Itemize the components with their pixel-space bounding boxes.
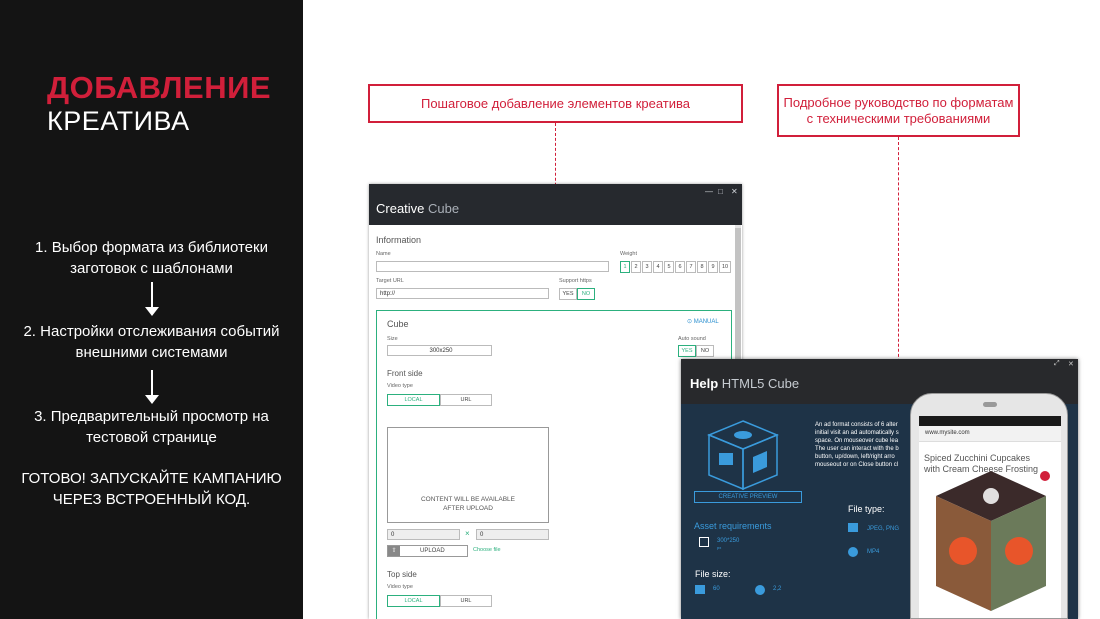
status-bar — [919, 416, 1061, 426]
content-preview: CONTENT WILL BE AVAILABLE AFTER UPLOAD — [387, 427, 549, 523]
cube-ad[interactable] — [931, 466, 1051, 616]
weight-selector[interactable]: 1 2 3 4 5 6 7 8 9 10 — [620, 261, 732, 273]
phone-mockup: www.mysite.com Spiced Zucchini Cupcakes … — [910, 393, 1068, 619]
close-icon[interactable]: ✕ — [1068, 360, 1074, 368]
help-description: An ad format consists of 6 alter initial… — [815, 422, 899, 468]
dashed-connector — [898, 137, 899, 377]
video-size: 2,2 — [773, 586, 782, 592]
video-type-label: Video type — [387, 383, 413, 389]
phone-speaker — [983, 402, 997, 407]
auto-sound-label: Auto sound — [678, 336, 706, 342]
size-box-icon — [699, 537, 709, 547]
name-field[interactable] — [376, 261, 609, 272]
cube-title: Cube — [387, 319, 409, 329]
step-3: 3. Предварительный просмотр на тестовой … — [34, 408, 269, 446]
https-label: Support https — [559, 278, 592, 284]
asset-unit: px — [717, 545, 722, 550]
https-toggle[interactable]: YES NO — [559, 288, 595, 300]
auto-sound-toggle[interactable]: YES NO — [678, 345, 714, 357]
weight-label: Weight — [620, 251, 638, 257]
target-url-label: Target URL — [376, 278, 404, 284]
weight-9[interactable]: 9 — [708, 261, 718, 273]
weight-8[interactable]: 8 — [697, 261, 707, 273]
top-video-type-label: Video type — [387, 584, 413, 590]
upload-label: UPLOAD — [420, 548, 445, 554]
jpeg-png: JPEG, PNG — [867, 526, 900, 532]
choose-file-link[interactable]: Choose file — [473, 547, 501, 553]
mp4: MP4 — [867, 549, 880, 555]
x-field[interactable]: 0 — [387, 529, 460, 540]
section-information: Information — [376, 235, 422, 245]
done-text: ГОТОВО! ЗАПУСКАЙТЕ КАМПАНИЮ ЧЕРЕЗ ВСТРОЕ… — [21, 470, 282, 508]
left-panel: ДОБАВЛЕНИЕ КРЕАТИВА 1. Выбор формата из … — [0, 0, 303, 619]
weight-2[interactable]: 2 — [631, 261, 641, 273]
callout-left: Пошаговое добавление элементов креатива — [368, 84, 743, 123]
arrow-down-icon — [145, 282, 159, 316]
image-icon — [848, 523, 858, 532]
play-icon — [848, 547, 858, 557]
front-video-type[interactable]: LOCAL URL — [387, 394, 492, 406]
file-size-label: File size: — [695, 569, 731, 579]
https-no[interactable]: NO — [577, 288, 595, 300]
size-label: Size — [387, 336, 398, 342]
upload-icon: ⇧ — [388, 546, 400, 556]
front-side-title: Front side — [387, 369, 423, 378]
close-icon[interactable]: ✕ — [731, 187, 738, 196]
target-url-field[interactable]: http:// — [376, 288, 549, 299]
sound-no[interactable]: NO — [696, 345, 714, 357]
weight-4[interactable]: 4 — [653, 261, 663, 273]
file-type-label: File type: — [848, 504, 885, 514]
weight-10[interactable]: 10 — [719, 261, 731, 273]
address-bar[interactable]: www.mysite.com — [919, 426, 1061, 442]
top-url[interactable]: URL — [440, 595, 492, 607]
weight-7[interactable]: 7 — [686, 261, 696, 273]
manual-label[interactable]: MANUAL — [694, 319, 719, 325]
creative-preview-button[interactable]: CREATIVE PREVIEW — [694, 491, 802, 503]
weight-1[interactable]: 1 — [620, 261, 630, 273]
manual-link[interactable]: ⊙ MANUAL — [687, 318, 719, 325]
maximize-icon[interactable]: □ — [718, 187, 723, 196]
upload-button[interactable]: ⇧ UPLOAD — [387, 545, 468, 557]
editor-title-a: Creative — [376, 201, 425, 216]
weight-3[interactable]: 3 — [642, 261, 652, 273]
top-side-title: Top side — [387, 570, 417, 579]
arrow-down-icon — [145, 370, 159, 404]
weight-6[interactable]: 6 — [675, 261, 685, 273]
step-2: 2. Настройки отслеживания событий внешни… — [23, 323, 280, 361]
front-local[interactable]: LOCAL — [387, 394, 440, 406]
https-yes[interactable]: YES — [559, 288, 577, 300]
title-white: КРЕАТИВА — [47, 106, 190, 136]
pin-icon[interactable]: ⤢ — [1054, 360, 1060, 368]
image-size: 60 — [713, 586, 720, 592]
y-field[interactable]: 0 — [476, 529, 549, 540]
title-red: ДОБАВЛЕНИЕ — [47, 70, 272, 105]
step-1: 1. Выбор формата из библиотеки заготовок… — [35, 239, 268, 277]
help-title-a: Help — [690, 376, 719, 391]
times-icon: × — [465, 529, 470, 538]
cube-icon — [707, 420, 779, 491]
name-label: Name — [376, 251, 391, 257]
phone-screen: www.mysite.com Spiced Zucchini Cupcakes … — [919, 416, 1061, 618]
sound-yes[interactable]: YES — [678, 345, 696, 357]
top-video-type[interactable]: LOCAL URL — [387, 595, 492, 607]
front-url[interactable]: URL — [440, 394, 492, 406]
editor-titlebar: Creative Cube — □ ✕ — [369, 184, 742, 225]
callout-right: Подробное руководство по форматам с техн… — [777, 84, 1020, 137]
help-title-b: HTML5 Cube — [721, 376, 800, 391]
top-local[interactable]: LOCAL — [387, 595, 440, 607]
size-select[interactable]: 300x250 — [387, 345, 492, 356]
minimize-icon[interactable]: — — [705, 187, 713, 196]
image-icon — [695, 585, 705, 594]
weight-5[interactable]: 5 — [664, 261, 674, 273]
asset-requirements: Asset requirements — [694, 521, 772, 531]
play-icon — [755, 585, 765, 595]
editor-title-b: Cube — [428, 201, 460, 216]
